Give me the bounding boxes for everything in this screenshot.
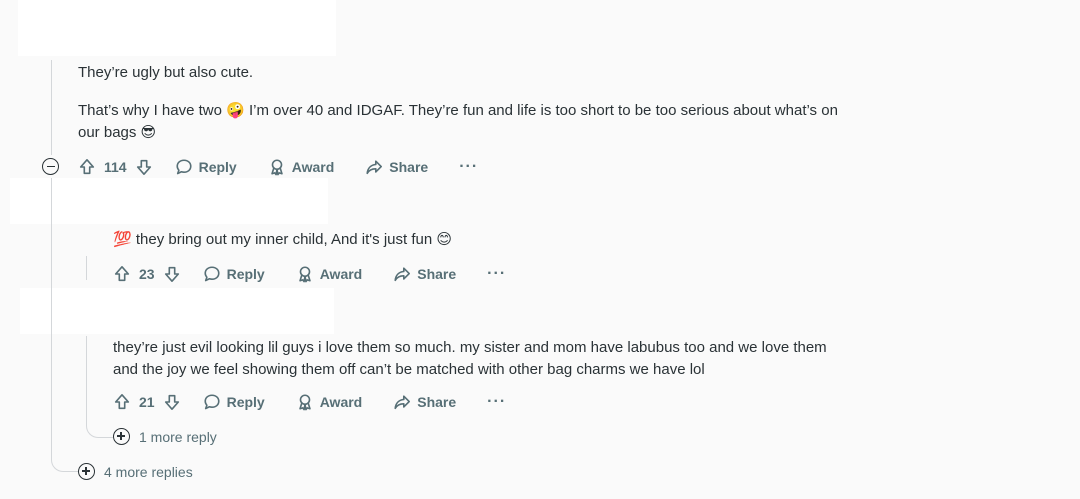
- more-options-button[interactable]: ···: [487, 266, 506, 282]
- share-button[interactable]: Share: [365, 158, 428, 176]
- comment-paragraph: 💯 they bring out my inner child, And it'…: [113, 231, 453, 248]
- downvote-button[interactable]: [135, 158, 153, 176]
- comment-actions-2: 23 Reply Award Share ···: [113, 262, 506, 286]
- upvote-button[interactable]: [113, 265, 131, 283]
- thread-line-main[interactable]: [51, 60, 52, 155]
- arrow-up-icon: [114, 265, 130, 282]
- reply-label: Reply: [226, 394, 265, 410]
- upvote-button[interactable]: [113, 393, 131, 411]
- speech-bubble-icon: [204, 266, 220, 282]
- downvote-button[interactable]: [163, 393, 181, 411]
- award-ribbon-icon: [298, 266, 311, 283]
- plus-circle-icon: [78, 463, 95, 480]
- comment-paragraph: That’s why I have two 🤪 I’m over 40 and …: [78, 102, 838, 141]
- more-reply-label: 1 more reply: [139, 428, 217, 445]
- arrow-down-icon: [164, 394, 179, 411]
- more-replies-label: 4 more replies: [104, 463, 193, 480]
- reply-button[interactable]: Reply: [203, 265, 265, 283]
- arrow-down-icon: [136, 159, 151, 176]
- award-label: Award: [291, 159, 335, 175]
- speech-bubble-icon: [204, 394, 220, 410]
- vote-score: 21: [139, 394, 155, 410]
- vote-score: 23: [139, 266, 155, 282]
- upvote-button[interactable]: [78, 158, 96, 176]
- comment-actions-1: 114 Reply Award Share ···: [78, 155, 478, 179]
- share-label: Share: [417, 266, 457, 282]
- arrow-down-icon: [164, 266, 179, 283]
- arrow-up-icon: [114, 393, 130, 410]
- award-button[interactable]: Award: [296, 265, 363, 283]
- collapse-thread-button[interactable]: [42, 158, 59, 175]
- minus-icon: [46, 165, 55, 168]
- vote-score: 114: [104, 159, 127, 175]
- award-button[interactable]: Award: [268, 158, 335, 176]
- award-label: Award: [319, 394, 363, 410]
- more-replies-button[interactable]: 4 more replies: [78, 463, 193, 480]
- reply-label: Reply: [226, 266, 265, 282]
- comment-body-1: They’re ugly but also cute. That’s why I…: [78, 62, 838, 144]
- award-ribbon-icon: [298, 394, 311, 411]
- award-button[interactable]: Award: [296, 393, 363, 411]
- comment-body-2: 💯 they bring out my inner child, And it'…: [113, 229, 813, 251]
- share-button[interactable]: Share: [393, 265, 456, 283]
- downvote-button[interactable]: [163, 265, 181, 283]
- thread-line-nested-lower[interactable]: [86, 336, 113, 438]
- reply-button[interactable]: Reply: [175, 158, 237, 176]
- more-options-button[interactable]: ···: [487, 394, 506, 410]
- share-arrow-icon: [394, 267, 411, 282]
- speech-bubble-icon: [176, 159, 192, 175]
- award-ribbon-icon: [270, 159, 283, 176]
- comment-actions-3: 21 Reply Award Share ···: [113, 390, 506, 414]
- share-arrow-icon: [394, 395, 411, 410]
- comment-paragraph: they’re just evil looking lil guys i lov…: [113, 339, 827, 378]
- award-label: Award: [319, 266, 363, 282]
- thread-line-nested[interactable]: [86, 256, 87, 280]
- share-label: Share: [389, 159, 429, 175]
- share-button[interactable]: Share: [393, 393, 456, 411]
- comment-body-3: they’re just evil looking lil guys i lov…: [113, 337, 833, 381]
- thread-line-main-lower[interactable]: [51, 178, 78, 472]
- share-arrow-icon: [366, 160, 383, 175]
- redacted-author-header-1: [18, 0, 336, 56]
- arrow-up-icon: [79, 158, 95, 175]
- reply-button[interactable]: Reply: [203, 393, 265, 411]
- reply-label: Reply: [198, 159, 237, 175]
- more-options-button[interactable]: ···: [459, 159, 478, 175]
- comment-paragraph: They’re ugly but also cute.: [78, 64, 254, 81]
- more-reply-nested-button[interactable]: 1 more reply: [113, 428, 217, 445]
- plus-circle-icon: [113, 428, 130, 445]
- share-label: Share: [417, 394, 457, 410]
